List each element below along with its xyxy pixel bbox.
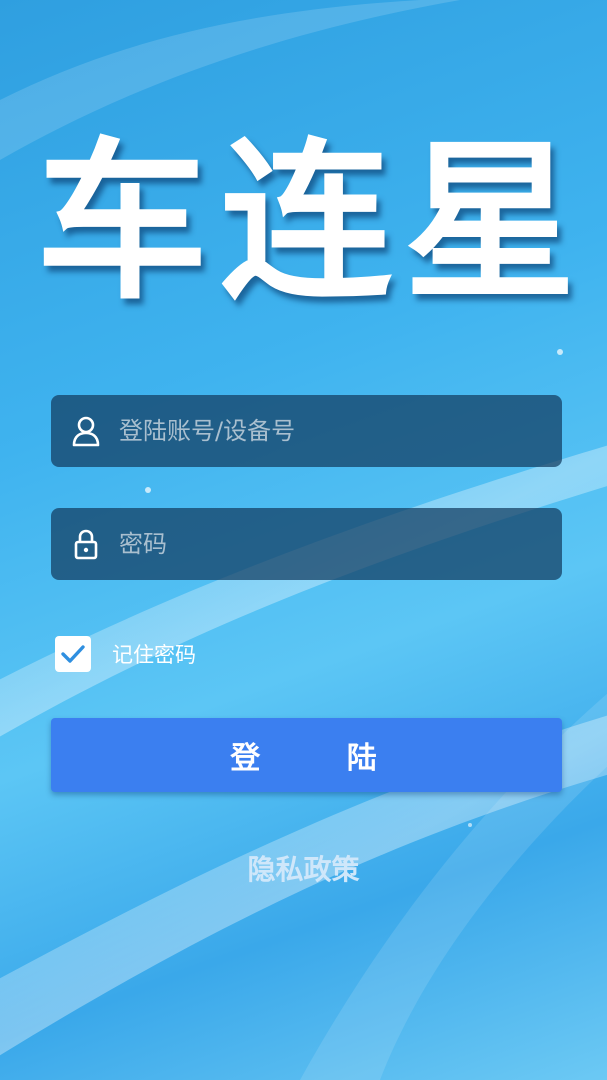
user-icon	[69, 414, 103, 448]
privacy-policy-link[interactable]: 隐私政策	[0, 848, 607, 888]
password-input[interactable]	[119, 508, 562, 580]
account-field[interactable]	[51, 395, 562, 467]
remember-checkbox[interactable]	[55, 636, 91, 672]
logo-char-2: 连	[220, 122, 392, 323]
login-button[interactable]: 登 陆	[51, 718, 562, 792]
password-field[interactable]	[51, 508, 562, 580]
app-logo: 车 连 星	[36, 128, 576, 318]
remember-label: 记住密码	[112, 643, 196, 667]
logo-char-3: 星	[404, 122, 576, 323]
checkmark-icon	[61, 645, 85, 663]
account-input[interactable]	[119, 395, 562, 467]
remember-password[interactable]: 记住密码	[55, 636, 196, 672]
lock-icon	[69, 527, 103, 561]
logo-char-1: 车	[36, 122, 208, 323]
